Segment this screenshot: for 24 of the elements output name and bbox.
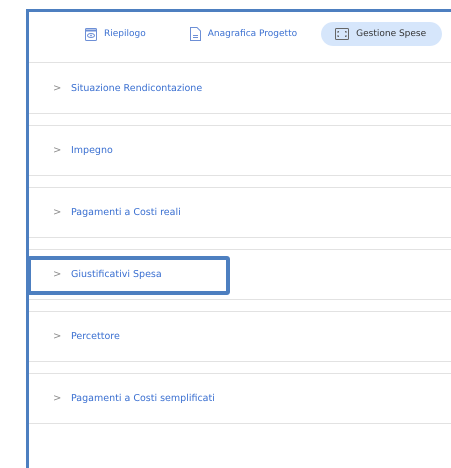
chevron-icon: > xyxy=(53,331,71,342)
section-title: Situazione Rendicontazione xyxy=(71,82,202,94)
receipt-icon xyxy=(335,28,350,40)
section-header[interactable]: > Percettore xyxy=(29,311,451,362)
tab[interactable]: Anagrafica Progetto xyxy=(186,22,314,46)
section-header[interactable]: > Pagamenti a Costi reali xyxy=(29,187,451,238)
chevron-icon: > xyxy=(53,207,71,218)
section-header[interactable]: > Impegno xyxy=(29,125,451,176)
chevron-icon: > xyxy=(53,269,71,280)
section-title: Percettore xyxy=(71,331,120,342)
eye-icon xyxy=(85,28,97,40)
document-icon xyxy=(190,27,201,41)
chevron-icon: > xyxy=(53,145,71,156)
section-header[interactable]: > Giustificativi Spesa xyxy=(29,249,451,300)
tab[interactable]: Riepilogo xyxy=(81,22,162,46)
section-title: Pagamenti a Costi semplificati xyxy=(71,393,215,404)
section-title: Pagamenti a Costi reali xyxy=(71,207,181,218)
tab[interactable]: Gestione Spese xyxy=(321,22,442,46)
section-title: Impegno xyxy=(71,145,113,156)
section-header[interactable]: > Pagamenti a Costi semplificati xyxy=(29,373,451,424)
section-title: Giustificativi Spesa xyxy=(71,269,162,280)
chevron-icon: > xyxy=(53,393,71,404)
chevron-icon: > xyxy=(53,82,71,94)
section-header[interactable]: > Situazione Rendicontazione xyxy=(29,63,451,114)
